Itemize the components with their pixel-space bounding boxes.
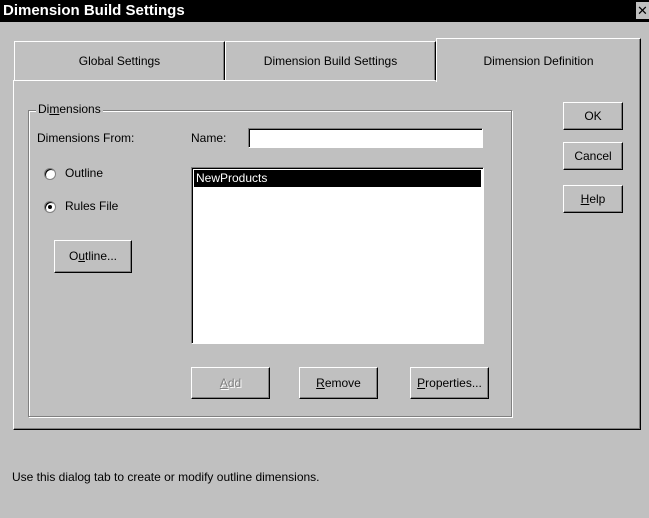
properties-button[interactable]: Properties... (410, 367, 489, 399)
tab-label: Global Settings (78, 54, 161, 68)
close-icon: ✕ (637, 3, 648, 18)
tab-label: Dimension Build Settings (263, 54, 398, 68)
outline-button[interactable]: Outline... (54, 240, 132, 273)
cancel-button[interactable]: Cancel (563, 142, 623, 170)
add-button[interactable]: Add (191, 367, 270, 399)
tab-dimension-definition[interactable]: Dimension Definition (436, 38, 641, 82)
tab-dimension-build-settings[interactable]: Dimension Build Settings (225, 41, 436, 80)
remove-button[interactable]: Remove (299, 367, 378, 399)
name-input[interactable] (248, 128, 483, 148)
outline-radio-label[interactable]: Outline (65, 166, 103, 180)
radio-selected-dot (48, 205, 52, 209)
close-button[interactable]: ✕ (636, 2, 649, 19)
rules-file-radio[interactable] (44, 201, 56, 213)
status-text: Use this dialog tab to create or modify … (12, 470, 320, 484)
tab-label: Dimension Definition (483, 54, 594, 68)
dialog-window: Dimension Build Settings ✕ Global Settin… (0, 0, 649, 518)
window-title: Dimension Build Settings (3, 2, 185, 19)
help-button[interactable]: Help (563, 185, 623, 213)
dimensions-from-label: Dimensions From: (37, 131, 135, 145)
name-label: Name: (191, 131, 227, 145)
rules-file-radio-label[interactable]: Rules File (65, 199, 118, 213)
tab-global-settings[interactable]: Global Settings (14, 41, 225, 80)
title-bar: Dimension Build Settings ✕ (0, 0, 649, 22)
ok-button[interactable]: OK (563, 102, 623, 130)
outline-radio[interactable] (44, 168, 56, 180)
list-item[interactable]: NewProducts (194, 170, 481, 187)
dimensions-group-label: Dimensions (36, 102, 103, 116)
dimensions-listbox[interactable]: NewProducts (191, 167, 484, 344)
